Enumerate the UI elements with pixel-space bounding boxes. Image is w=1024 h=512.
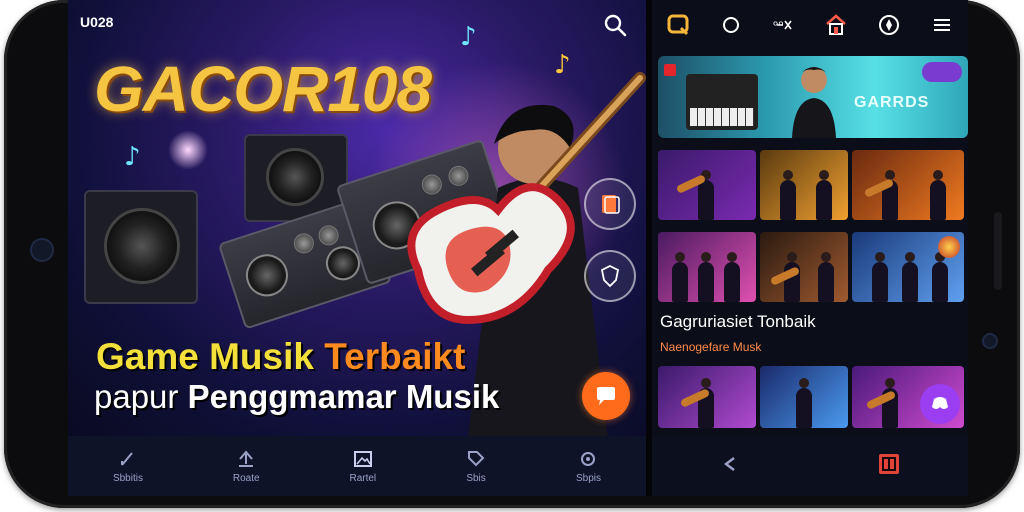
nav-item-upload[interactable]: Roate: [233, 449, 260, 484]
game-thumbnail[interactable]: [760, 232, 848, 302]
side-button: [994, 212, 1002, 290]
nav-label: Sbbitis: [112, 472, 143, 484]
side-action-cards[interactable]: [584, 178, 636, 230]
edit-icon: [120, 451, 133, 466]
top-toolbar: ᵒᵒ: [652, 0, 968, 50]
svg-text:ᵒᵒ: ᵒᵒ: [773, 19, 784, 33]
game-thumbnail[interactable]: [852, 150, 964, 220]
settings-icon: [581, 451, 596, 466]
side-action-shield[interactable]: [584, 250, 636, 302]
front-camera: [30, 238, 54, 262]
brand-logo: GACOR108: [94, 53, 432, 125]
section-title: Gagruriasiet Tonbaik: [660, 312, 816, 331]
shield-icon: [600, 264, 620, 288]
game-thumbnail[interactable]: [658, 366, 756, 428]
game-thumbnail[interactable]: [760, 150, 848, 220]
nav-item-edit[interactable]: Sbbitis: [113, 449, 143, 484]
chat-button[interactable]: [582, 372, 630, 420]
headline-part-2: Terbaikt: [324, 336, 466, 377]
nav-label: Roate: [232, 472, 260, 484]
music-note-icon: ♪: [124, 142, 141, 172]
nav-item-settings[interactable]: Sbpis: [576, 449, 601, 484]
screen: U028 ♪ ♪ ♪ GACOR108 Game Musik Terbaikt …: [68, 0, 968, 496]
nav-label: Rartel: [349, 472, 377, 484]
badge-icon: [664, 64, 676, 76]
sensor-dot: [982, 333, 998, 349]
speaker-image: [84, 190, 198, 304]
fab-button[interactable]: [920, 384, 960, 424]
promo-panel: U028 ♪ ♪ ♪ GACOR108 Game Musik Terbaikt …: [68, 0, 646, 436]
upload-icon: [239, 449, 254, 467]
menu-icon[interactable]: [929, 12, 955, 38]
game-thumbnail[interactable]: [658, 232, 756, 302]
square-home-icon: [878, 454, 899, 474]
nav-item-gallery[interactable]: Rartel: [349, 449, 376, 484]
subline-part-1: papur: [94, 378, 188, 415]
image-icon: [353, 450, 372, 467]
keyboard-image: [686, 74, 758, 130]
nav-label: Sbpis: [575, 472, 601, 484]
tag-icon: [468, 450, 485, 466]
stage-light-spot: [168, 130, 208, 170]
content-panel: ᵒᵒ GARRDS Gagruriasiet Tonbaik Naenogefa…: [652, 0, 968, 436]
compass-icon[interactable]: [876, 12, 902, 38]
status-time: U028: [80, 14, 114, 30]
nav-label: Sbis: [466, 472, 486, 484]
game-thumbnail[interactable]: [760, 366, 848, 428]
promo-headline: Game Musik Terbaikt: [96, 336, 465, 378]
back-button[interactable]: [720, 454, 742, 478]
circle-icon[interactable]: [718, 12, 744, 38]
link-icon[interactable]: ᵒᵒ: [771, 12, 797, 38]
chat-bubble-icon: [597, 387, 615, 405]
game-thumbnail[interactable]: [658, 150, 756, 220]
logo-q-icon[interactable]: [665, 12, 691, 38]
system-nav: [652, 436, 968, 496]
home-button[interactable]: [877, 452, 901, 480]
headline-part-1: Game Musik: [96, 336, 325, 377]
banner-text: GARRDS: [854, 94, 930, 111]
subline-part-2: Penggmamar Musik: [187, 378, 500, 415]
music-note-icon: ♪: [460, 22, 477, 52]
nav-item-tag[interactable]: Sbis: [466, 449, 486, 484]
home-icon[interactable]: [823, 12, 849, 38]
wheel-badge-icon: [938, 236, 960, 258]
phone-frame: U028 ♪ ♪ ♪ GACOR108 Game Musik Terbaikt …: [4, 0, 1020, 508]
singer-image: [792, 67, 836, 138]
banner-badge[interactable]: [922, 62, 962, 82]
featured-banner[interactable]: GARRDS: [658, 56, 968, 138]
search-icon[interactable]: [602, 12, 628, 38]
gamepad-icon: [932, 397, 948, 409]
back-icon: [723, 457, 735, 471]
bottom-nav: Sbbitis Roate Rartel Sbis Sbpis: [68, 436, 646, 496]
section-subtitle: Naenogefare Musk: [660, 340, 762, 354]
cards-icon: [602, 195, 620, 214]
game-thumbnail[interactable]: [852, 232, 964, 302]
promo-subline: papur Penggmamar Musik: [94, 378, 499, 416]
